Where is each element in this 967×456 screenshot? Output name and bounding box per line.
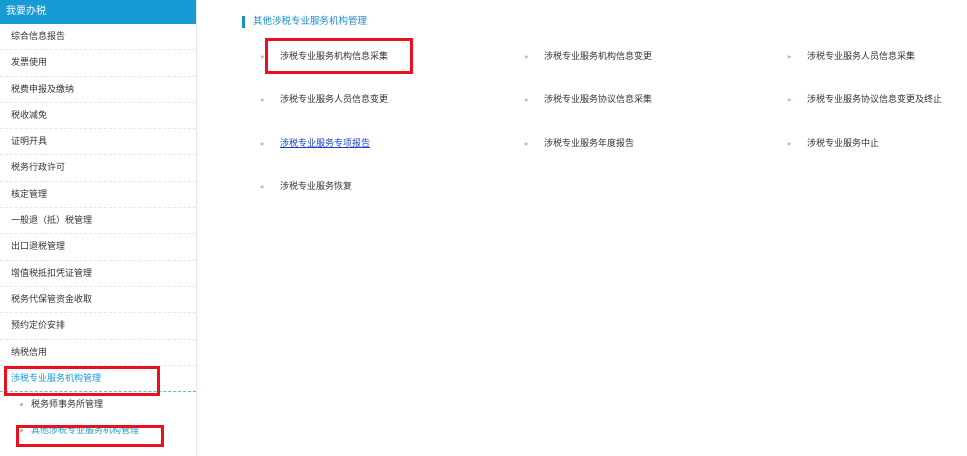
sidebar-item-tax-declaration[interactable]: 税费申报及缴纳 [0, 77, 196, 103]
sidebar-item-invoice-use[interactable]: 发票使用 [0, 50, 196, 77]
double-chevron-icon: » [524, 53, 529, 61]
sidebar-item-custody-funds[interactable]: 税务代保管资金收取 [0, 287, 196, 314]
sidebar-item-vat-deduction[interactable]: 增值税抵扣凭证管理 [0, 261, 196, 287]
link-label: 涉税专业服务人员信息采集 [807, 52, 916, 62]
link-staff-info-change[interactable]: » 涉税专业服务人员信息变更 [260, 93, 388, 107]
double-chevron-icon: » [787, 96, 792, 104]
main-content: 其他涉税专业服务机构管理 » 涉税专业服务机构信息采集 » 涉税专业服务机构信息变更… [212, 0, 967, 456]
sidebar-item-tax-service-agency[interactable]: 涉税专业服务机构管理 [0, 366, 196, 393]
link-label: 涉税专业服务机构信息变更 [544, 52, 653, 62]
sidebar-header: 我要办税 [0, 0, 196, 24]
bullet-dot-icon [20, 403, 23, 407]
double-chevron-icon: » [787, 53, 792, 61]
sidebar-item-general-refund[interactable]: 一般退（抵）税管理 [0, 208, 196, 235]
link-agency-info-collect[interactable]: » 涉税专业服务机构信息采集 [260, 50, 388, 64]
link-label: 涉税专业服务协议信息采集 [544, 95, 653, 105]
sidebar-subitem-other-agency[interactable]: 其他涉税专业服务机构管理 [0, 418, 196, 444]
sidebar-subitem-label: 税务师事务所管理 [31, 400, 104, 411]
link-special-report[interactable]: » 涉税专业服务专项报告 [260, 137, 370, 151]
link-agreement-info-collect[interactable]: » 涉税专业服务协议信息采集 [524, 93, 652, 107]
double-chevron-icon: » [524, 140, 529, 148]
link-label: 涉税专业服务恢复 [280, 182, 353, 192]
sidebar-item-certificate[interactable]: 证明开具 [0, 129, 196, 156]
link-label: 涉税专业服务人员信息变更 [280, 95, 389, 105]
sidebar-subitem-tax-firm[interactable]: 税务师事务所管理 [0, 392, 196, 418]
sidebar-item-tax-reduction[interactable]: 税收减免 [0, 103, 196, 130]
link-label: 涉税专业服务专项报告 [280, 139, 371, 149]
double-chevron-icon: » [524, 96, 529, 104]
sidebar-item-verification[interactable]: 核定管理 [0, 182, 196, 209]
link-label: 涉税专业服务机构信息采集 [280, 52, 389, 62]
double-chevron-icon: » [260, 96, 265, 104]
sidebar-item-export-refund[interactable]: 出口退税管理 [0, 234, 196, 261]
link-staff-info-collect[interactable]: » 涉税专业服务人员信息采集 [787, 50, 915, 64]
sidebar-item-tax-credit[interactable]: 纳税信用 [0, 340, 196, 366]
bullet-dot-icon [20, 429, 23, 433]
double-chevron-icon: » [260, 140, 265, 148]
link-agreement-change-terminate[interactable]: » 涉税专业服务协议信息变更及终止 [787, 93, 942, 107]
link-agency-info-change[interactable]: » 涉税专业服务机构信息变更 [524, 50, 652, 64]
link-service-suspend[interactable]: » 涉税专业服务中止 [787, 137, 879, 151]
sidebar-item-pricing-arrangement[interactable]: 预约定价安排 [0, 313, 196, 340]
link-service-resume[interactable]: » 涉税专业服务恢复 [260, 180, 352, 194]
sidebar-item-admin-license[interactable]: 税务行政许可 [0, 155, 196, 182]
sidebar-subitem-label: 其他涉税专业服务机构管理 [31, 426, 140, 437]
double-chevron-icon: » [260, 53, 265, 61]
sidebar-item-comprehensive-report[interactable]: 综合信息报告 [0, 24, 196, 51]
double-chevron-icon: » [787, 140, 792, 148]
sidebar-menu: 综合信息报告 发票使用 税费申报及缴纳 税收减免 证明开具 税务行政许可 核定管… [0, 24, 196, 393]
double-chevron-icon: » [260, 183, 265, 191]
link-label: 涉税专业服务协议信息变更及终止 [807, 95, 943, 105]
link-annual-report[interactable]: » 涉税专业服务年度报告 [524, 137, 634, 151]
section-title: 其他涉税专业服务机构管理 [242, 16, 367, 28]
link-label: 涉税专业服务中止 [807, 139, 880, 149]
sidebar: 我要办税 综合信息报告 发票使用 税费申报及缴纳 税收减免 证明开具 税务行政许… [0, 0, 197, 456]
link-label: 涉税专业服务年度报告 [544, 139, 635, 149]
